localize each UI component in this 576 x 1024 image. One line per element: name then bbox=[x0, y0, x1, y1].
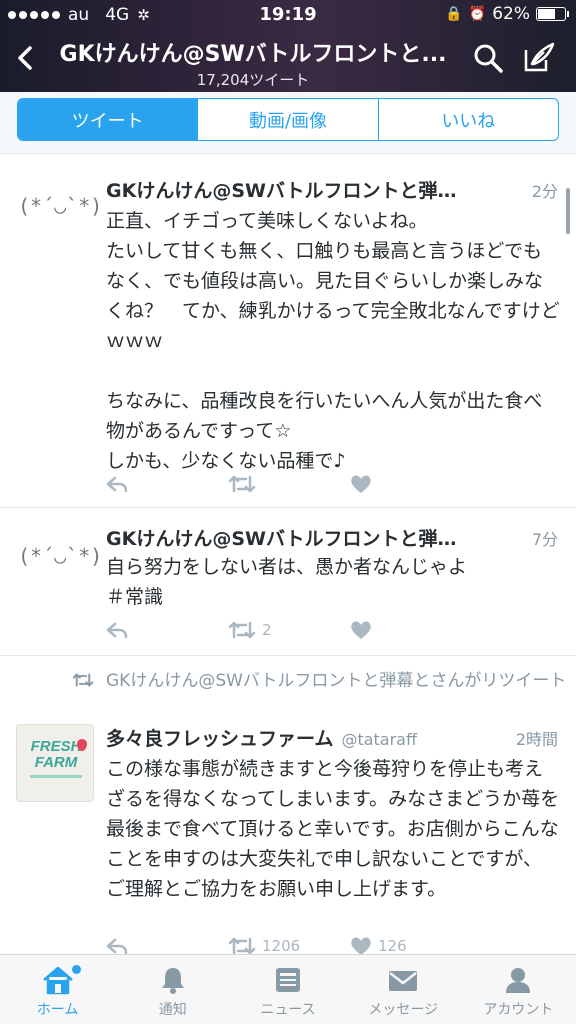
person-icon bbox=[506, 968, 531, 993]
profile-segmented-control: ツイート 動画/画像 いいね bbox=[17, 98, 559, 141]
tweet-actions: 1206 126 bbox=[106, 936, 407, 954]
retweet-button[interactable]: 1206 bbox=[228, 936, 350, 954]
avatar-emoticon: (*´◡`*) bbox=[18, 194, 103, 218]
heart-icon bbox=[351, 937, 371, 954]
reply-icon bbox=[106, 938, 128, 954]
logo-underline bbox=[30, 775, 82, 778]
reply-icon bbox=[106, 622, 128, 639]
tweet-text: この様な事態が続きますと今後苺狩りを停止も考えざるを得なくなってしまいます。みな… bbox=[106, 758, 560, 900]
like-count: 126 bbox=[378, 937, 407, 954]
bell-icon bbox=[161, 968, 184, 994]
home-icon bbox=[42, 966, 73, 995]
tweet-text: 正直、イチゴって美味しくないよね。 たいして甘くも無く、口触りも最高と言うほどで… bbox=[106, 210, 560, 472]
profile-header: au 4G ✲ 19:19 🔒 ⏰ 62% GKけんけん@SWバトルフロントと.… bbox=[0, 0, 576, 92]
tab-label: ホーム bbox=[36, 1002, 79, 1018]
like-button[interactable] bbox=[350, 620, 378, 640]
tab-account[interactable]: アカウント bbox=[461, 955, 576, 1024]
retweet-button[interactable]: 2 bbox=[228, 620, 350, 640]
scrollbar[interactable] bbox=[566, 188, 570, 234]
new-content-dot bbox=[72, 965, 81, 974]
retweet-small-icon bbox=[72, 673, 94, 687]
profile-tabs-area: ツイート 動画/画像 いいね bbox=[0, 92, 576, 154]
tweet-author-name[interactable]: GKけんけん@SWバトルフロントと弾… bbox=[106, 524, 457, 551]
avatar-emoticon: (*´◡`*) bbox=[18, 544, 103, 568]
back-arrow-icon[interactable] bbox=[10, 40, 40, 76]
tweet[interactable]: (*´◡`*) GKけんけん@SWバトルフロントと弾… 7分 自ら努力をしない者… bbox=[0, 508, 576, 656]
tweet-author-name[interactable]: 多々良フレッシュファーム @tataraff bbox=[106, 724, 417, 751]
orientation-lock-icon: 🔒 bbox=[445, 6, 463, 22]
tweet-timestamp: 7分 bbox=[531, 530, 558, 549]
retweet-button[interactable] bbox=[228, 474, 350, 494]
reply-icon bbox=[106, 476, 128, 493]
tweet-timestamp: 2分 bbox=[531, 182, 558, 201]
avatar[interactable]: (*´◡`*) bbox=[18, 194, 103, 266]
news-icon bbox=[276, 968, 300, 992]
page-title: GKけんけん@SWバトルフロントと... bbox=[59, 42, 447, 67]
avatar[interactable]: (*´◡`*) bbox=[18, 544, 103, 616]
heart-icon bbox=[351, 621, 371, 639]
tab-label: ニュース bbox=[260, 1002, 316, 1018]
bottom-tab-bar: ホーム 通知 ニュース メッセージ アカウント bbox=[0, 954, 576, 1024]
tab-tweets[interactable]: ツイート bbox=[18, 99, 199, 140]
reply-button[interactable] bbox=[106, 475, 228, 493]
tweet-timestamp: 2時間 bbox=[515, 730, 558, 749]
alarm-icon: ⏰ bbox=[468, 6, 487, 22]
tweet-actions: 2 bbox=[106, 620, 378, 640]
tab-media[interactable]: 動画/画像 bbox=[198, 99, 379, 140]
envelope-icon bbox=[389, 971, 418, 991]
header-title-block: GKけんけん@SWバトルフロントと... 17,204ツイート bbox=[48, 36, 458, 90]
tweet-count: 17,204ツイート bbox=[196, 71, 310, 89]
tab-news[interactable]: ニュース bbox=[230, 955, 345, 1024]
tab-label: 通知 bbox=[158, 1002, 187, 1018]
tab-home[interactable]: ホーム bbox=[0, 955, 115, 1024]
tweet-actions bbox=[106, 474, 378, 494]
retweet-count: 2 bbox=[262, 621, 272, 639]
status-right: 🔒 ⏰ 62% bbox=[445, 4, 569, 24]
tweet-text: 自ら努力をしない者は、愚か者なんじゃよ ＃常識 bbox=[106, 556, 468, 608]
author-handle: @tataraff bbox=[341, 730, 417, 749]
nav-bar: GKけんけん@SWバトルフロントと... 17,204ツイート bbox=[0, 30, 576, 92]
reply-button[interactable] bbox=[106, 937, 228, 954]
battery-icon bbox=[536, 7, 569, 21]
battery-level bbox=[538, 9, 556, 19]
tab-messages[interactable]: メッセージ bbox=[346, 955, 461, 1024]
retweet-icon bbox=[228, 937, 256, 954]
tab-notifications[interactable]: 通知 bbox=[115, 955, 230, 1024]
status-bar: au 4G ✲ 19:19 🔒 ⏰ 62% bbox=[0, 0, 576, 30]
avatar[interactable]: FRESH FARM bbox=[16, 724, 94, 802]
timeline[interactable]: (*´◡`*) GKけんけん@SWバトルフロントと弾… 2分 正直、イチゴって美… bbox=[0, 154, 576, 954]
like-button[interactable]: 126 bbox=[350, 936, 407, 954]
heart-icon bbox=[351, 475, 371, 493]
author-display-name: 多々良フレッシュファーム bbox=[106, 728, 334, 750]
tweet[interactable]: GKけんけん@SWバトルフロントと弾幕とさんがリツイート FRESH FARM … bbox=[0, 656, 576, 954]
like-button[interactable] bbox=[350, 474, 378, 494]
battery-percent: 62% bbox=[492, 4, 530, 24]
compose-tweet-icon[interactable] bbox=[522, 40, 556, 74]
retweet-icon bbox=[228, 621, 256, 639]
retweet-count: 1206 bbox=[262, 937, 301, 954]
retweet-icon bbox=[228, 475, 256, 493]
reply-button[interactable] bbox=[106, 621, 228, 639]
tab-likes[interactable]: いいね bbox=[379, 99, 558, 140]
tweet-author-name[interactable]: GKけんけん@SWバトルフロントと弾… bbox=[106, 176, 457, 203]
retweeted-by-text[interactable]: GKけんけん@SWバトルフロントと弾幕とさんがリツイート bbox=[106, 670, 576, 692]
search-icon[interactable] bbox=[472, 42, 504, 74]
tweet[interactable]: (*´◡`*) GKけんけん@SWバトルフロントと弾… 2分 正直、イチゴって美… bbox=[0, 158, 576, 508]
tab-label: アカウント bbox=[483, 1002, 554, 1018]
tab-label: メッセージ bbox=[368, 1002, 439, 1018]
